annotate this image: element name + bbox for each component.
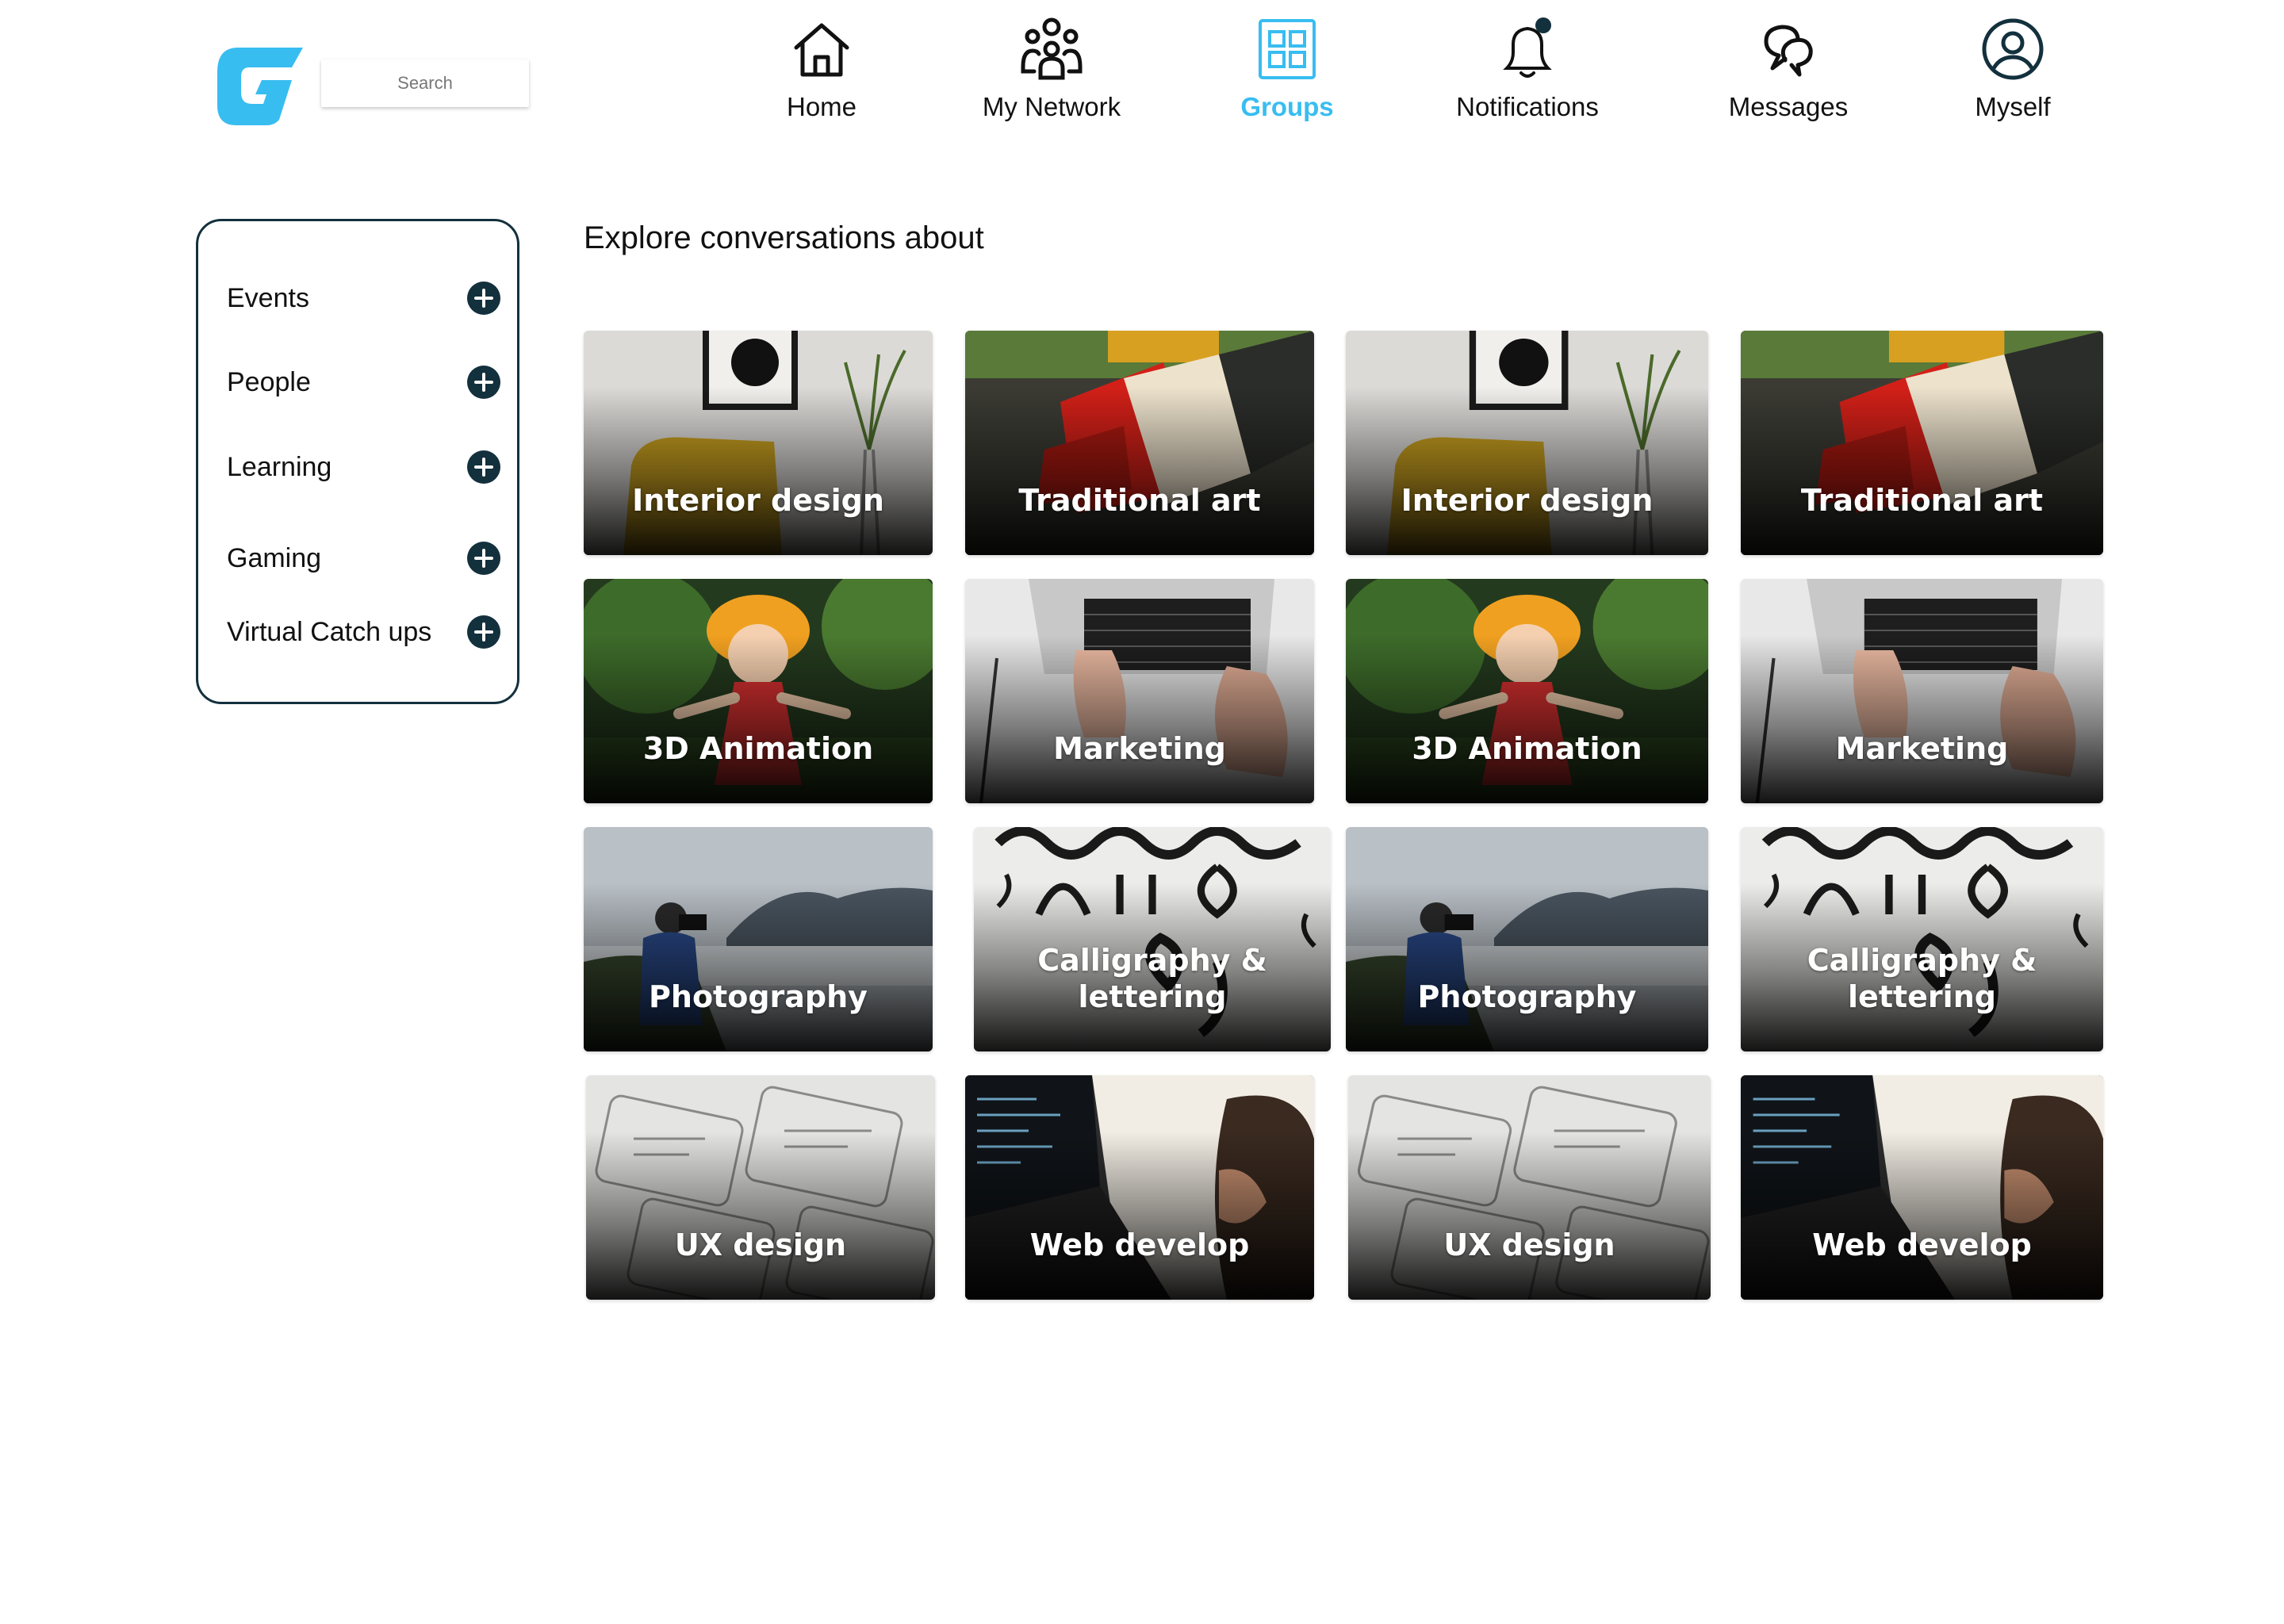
group-card[interactable]: Interior design	[1346, 331, 1708, 555]
group-card[interactable]: Calligraphy & lettering	[1741, 827, 2103, 1051]
groups-icon	[1254, 16, 1320, 82]
search-input[interactable]	[321, 59, 529, 107]
network-icon	[1018, 16, 1085, 82]
home-icon	[788, 16, 855, 82]
nav-messages[interactable]: Messages	[1685, 16, 1891, 135]
card-title: UX design	[674, 1228, 847, 1262]
card-overlay	[1346, 827, 1708, 1051]
card-title: Interior design	[1401, 483, 1654, 518]
card-overlay	[584, 827, 933, 1051]
group-card[interactable]: Photography	[1346, 827, 1708, 1051]
group-card[interactable]: Web develop	[965, 1075, 1314, 1300]
card-overlay	[1346, 331, 1708, 555]
sidebar-item-people[interactable]: People	[198, 358, 517, 406]
sidebar-item-label: Virtual Catch ups	[227, 616, 432, 647]
card-overlay	[1741, 827, 2103, 1051]
card-title: 3D Animation	[1412, 731, 1642, 766]
group-card[interactable]: Traditional art	[965, 331, 1314, 555]
nav-notifications-label: Notifications	[1456, 92, 1599, 121]
nav-home[interactable]: Home	[719, 16, 925, 135]
group-card[interactable]: UX design	[1348, 1075, 1711, 1300]
card-title: Traditional art	[1800, 483, 2044, 518]
sidebar-item-learning[interactable]: Learning	[198, 443, 517, 491]
sidebar-item-label: Events	[227, 282, 309, 313]
sidebar-item-label: Gaming	[227, 542, 322, 573]
card-overlay	[965, 331, 1314, 555]
group-card[interactable]: Interior design	[584, 331, 933, 555]
user-icon	[1979, 16, 2046, 82]
category-sidebar: Events People Learning Gaming Virtual Ca…	[196, 219, 519, 704]
nav-groups-label: Groups	[1240, 92, 1334, 121]
sidebar-item-events[interactable]: Events	[198, 274, 517, 322]
card-title: UX design	[1443, 1228, 1615, 1262]
card-overlay	[965, 579, 1314, 803]
card-overlay	[584, 579, 933, 803]
card-title: Web develop	[1029, 1228, 1250, 1262]
nav-my-network-label: My Network	[982, 92, 1121, 121]
nav-messages-label: Messages	[1728, 92, 1849, 121]
card-title: Traditional art	[1018, 483, 1261, 518]
card-overlay	[1741, 579, 2103, 803]
group-card[interactable]: Marketing	[1741, 579, 2103, 803]
card-title: Calligraphy & lettering	[1807, 943, 2037, 1014]
card-overlay	[1346, 579, 1708, 803]
plus-circle-icon[interactable]	[467, 282, 500, 315]
card-title: Calligraphy & lettering	[1037, 943, 1267, 1014]
card-title: Web develop	[1812, 1228, 2032, 1262]
group-card[interactable]: Marketing	[965, 579, 1314, 803]
card-overlay	[584, 331, 933, 555]
card-title: 3D Animation	[642, 731, 874, 766]
nav-my-network[interactable]: My Network	[948, 16, 1155, 135]
nav-myself[interactable]: Myself	[1910, 16, 2116, 135]
group-card[interactable]: 3D Animation	[1346, 579, 1708, 803]
sidebar-item-virtual-catch-ups[interactable]: Virtual Catch ups	[198, 608, 517, 656]
group-card[interactable]: 3D Animation	[584, 579, 933, 803]
card-overlay	[965, 1075, 1314, 1300]
messages-icon	[1755, 16, 1822, 82]
card-overlay	[974, 827, 1331, 1051]
card-title: Photography	[649, 979, 868, 1014]
card-overlay	[1741, 331, 2103, 555]
sidebar-item-label: People	[227, 366, 311, 397]
group-card[interactable]: UX design	[586, 1075, 935, 1300]
bell-icon	[1494, 16, 1561, 82]
nav-myself-label: Myself	[1975, 92, 2051, 121]
sidebar-item-gaming[interactable]: Gaming	[198, 534, 517, 582]
group-card[interactable]: Calligraphy & lettering	[974, 827, 1331, 1051]
group-card[interactable]: Photography	[584, 827, 933, 1051]
nav-home-label: Home	[786, 92, 857, 121]
card-title: Interior design	[632, 483, 884, 518]
plus-circle-icon[interactable]	[467, 615, 500, 649]
sidebar-item-label: Learning	[227, 451, 332, 482]
card-title: Marketing	[1835, 731, 2009, 766]
nav-groups[interactable]: Groups	[1184, 16, 1390, 135]
plus-circle-icon[interactable]	[467, 366, 500, 399]
group-card[interactable]: Web develop	[1741, 1075, 2103, 1300]
plus-circle-icon[interactable]	[467, 542, 500, 575]
card-title: Marketing	[1053, 731, 1226, 766]
page-heading: Explore conversations about	[584, 220, 984, 255]
plus-circle-icon[interactable]	[467, 450, 500, 484]
card-overlay	[1741, 1075, 2103, 1300]
card-overlay	[586, 1075, 935, 1300]
nav-notifications[interactable]: Notifications	[1424, 16, 1631, 135]
card-overlay	[1348, 1075, 1711, 1300]
card-title: Photography	[1417, 979, 1637, 1014]
group-card[interactable]: Traditional art	[1741, 331, 2103, 555]
app-logo[interactable]	[214, 44, 305, 127]
